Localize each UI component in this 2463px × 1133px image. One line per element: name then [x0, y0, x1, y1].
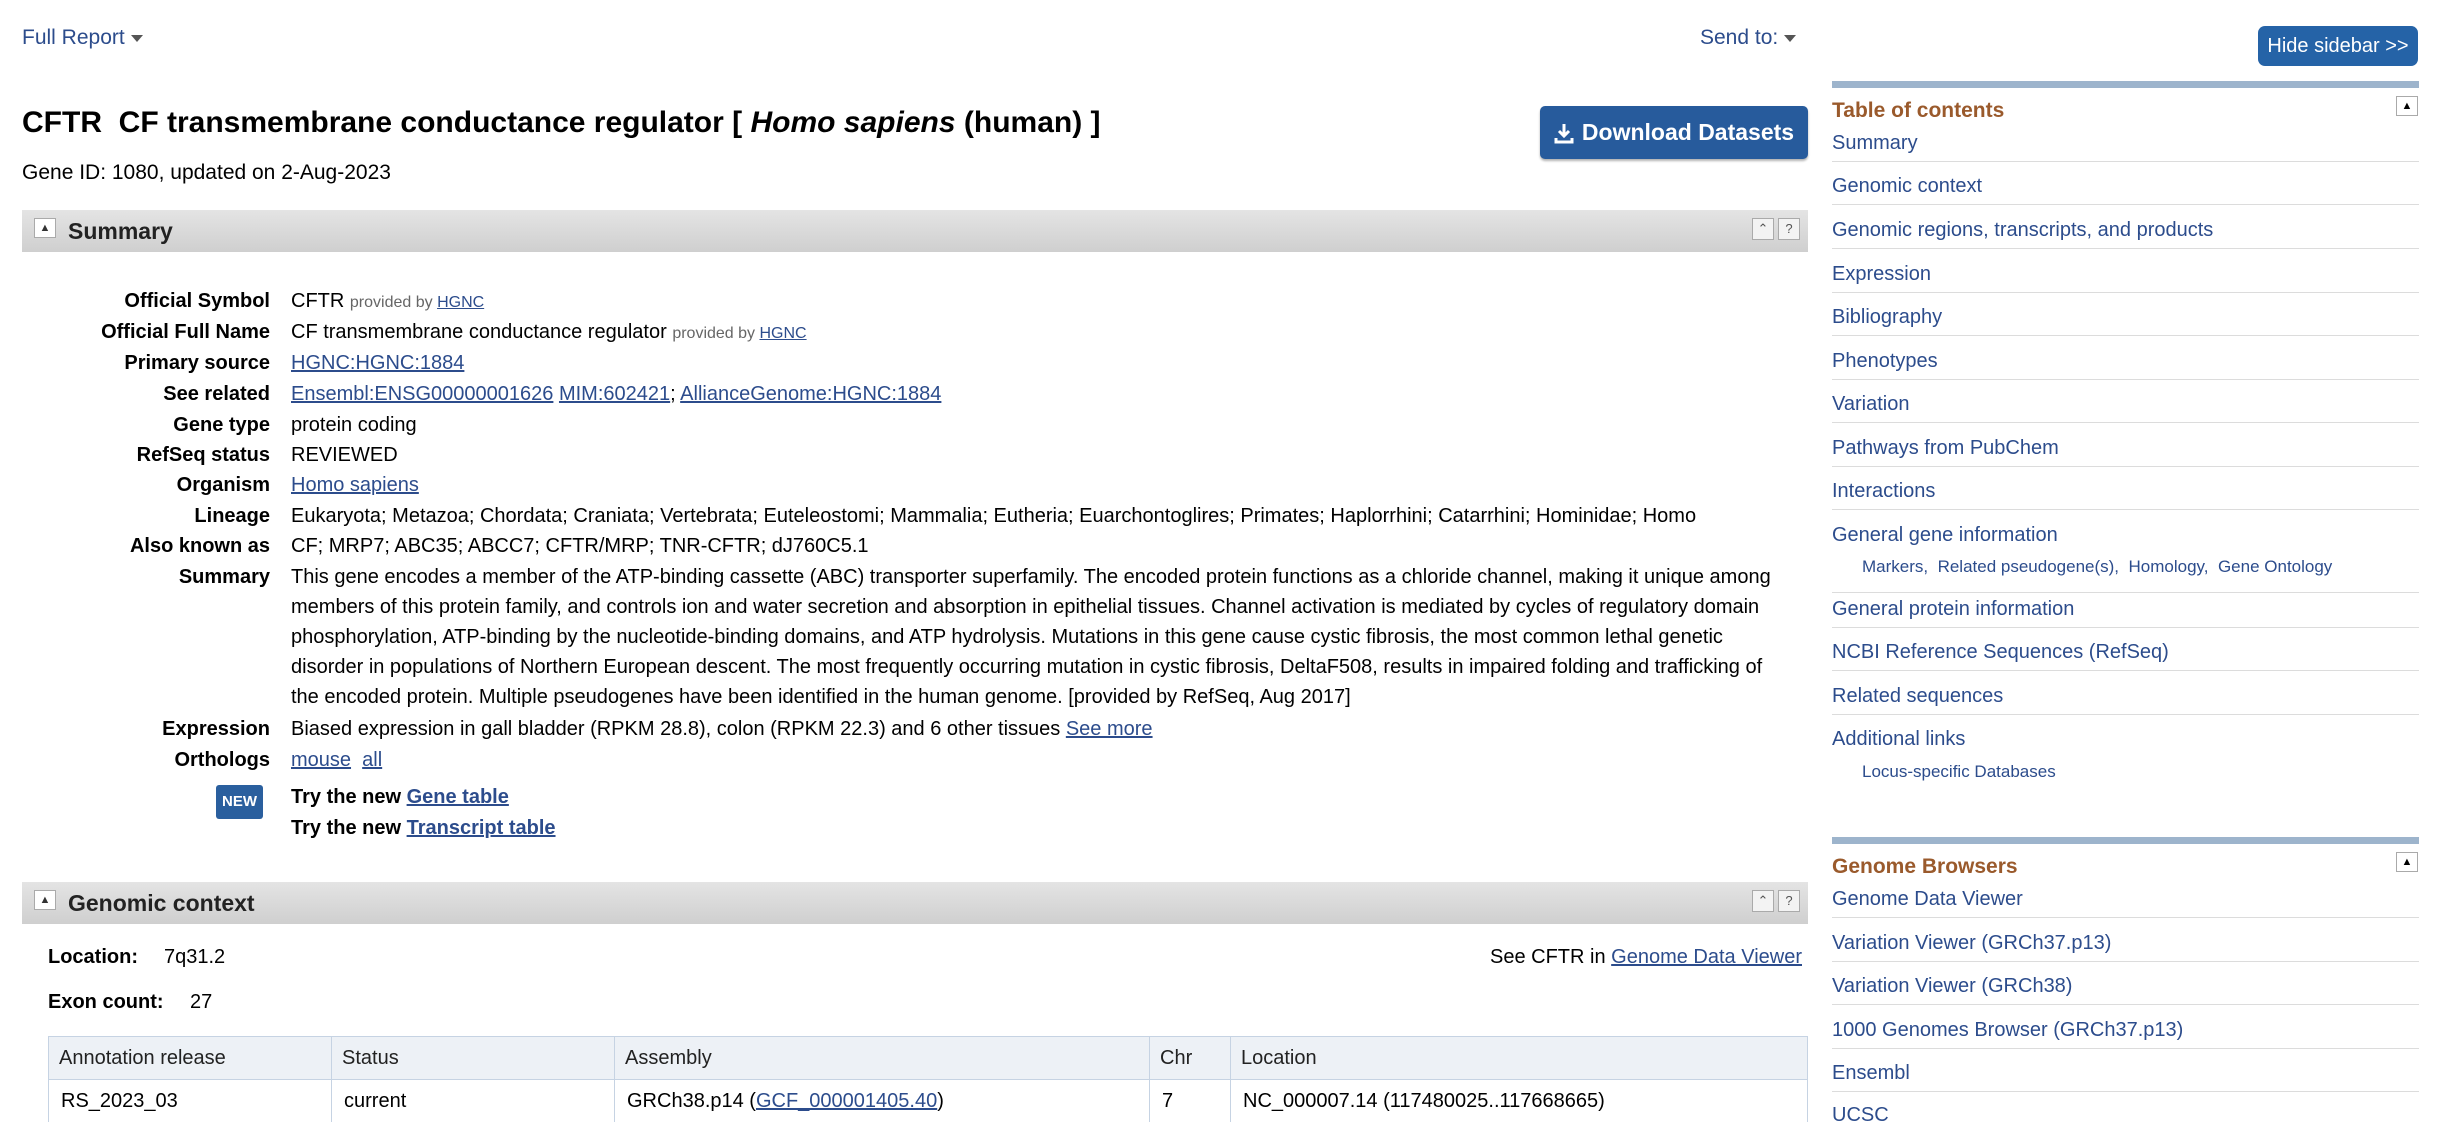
gene-symbol: CFTR	[22, 106, 102, 139]
page-title: CFTR CF transmembrane conductance regula…	[22, 106, 1101, 139]
toc-sub-general-gene: Markers, Related pseudogene(s), Homology…	[1862, 557, 2332, 577]
toc-sub-gene-ontology[interactable]: Gene Ontology	[2218, 557, 2332, 576]
toc-item-variation[interactable]: Variation	[1832, 393, 2419, 423]
column-header[interactable]: Annotation release	[48, 1036, 332, 1080]
location-value: 7q31.2	[164, 946, 226, 968]
ortholog-mouse-link[interactable]: mouse	[291, 749, 351, 771]
help-icon[interactable]: ?	[1778, 890, 1800, 912]
chevron-down-icon	[1784, 34, 1797, 42]
column-header[interactable]: Chr	[1149, 1036, 1231, 1080]
new-badge: NEW	[216, 785, 263, 819]
collapse-browsers-icon[interactable]: ▲	[2396, 852, 2418, 872]
toc-item-refseq[interactable]: NCBI Reference Sequences (RefSeq)	[1832, 641, 2419, 671]
toc-sub-markers[interactable]: Markers,	[1862, 557, 1928, 576]
genome-data-viewer-link[interactable]: Genome Data Viewer	[1611, 946, 1802, 968]
collapse-summary-icon[interactable]: ▲	[34, 218, 56, 238]
ensembl-link[interactable]: Ensembl:ENSG00000001626	[291, 383, 553, 405]
toc-item-related-sequences[interactable]: Related sequences	[1832, 685, 2419, 715]
browser-item-ucsc[interactable]: UCSC	[1832, 1104, 2419, 1133]
toc-sub-locus-specific[interactable]: Locus-specific Databases	[1862, 762, 2056, 782]
hide-sidebar-button[interactable]: Hide sidebar >>	[2258, 26, 2418, 66]
table-header-row: Annotation release Status Assembly Chr L…	[48, 1036, 1808, 1080]
see-more-link[interactable]: See more	[1066, 718, 1153, 740]
toc-item-expression[interactable]: Expression	[1832, 263, 2419, 293]
chevron-down-icon	[130, 34, 143, 42]
gene-id-line: Gene ID: 1080, updated on 2-Aug-2023	[22, 161, 391, 184]
organism-link[interactable]: Homo sapiens	[291, 474, 419, 496]
gene-table-link[interactable]: Gene table	[407, 786, 509, 808]
browser-item-variation-grch38[interactable]: Variation Viewer (GRCh38)	[1832, 975, 2419, 1005]
collapse-all-icon[interactable]: ⌃	[1752, 890, 1774, 912]
browser-item-variation-grch37[interactable]: Variation Viewer (GRCh37.p13)	[1832, 932, 2419, 962]
annotation-table: Annotation release Status Assembly Chr L…	[48, 1036, 1808, 1122]
browsers-header: Genome Browsers	[1832, 855, 2018, 878]
download-datasets-button[interactable]: Download Datasets	[1540, 106, 1808, 159]
table-row: RS_2023_03 current GRCh38.p14 (GCF_00000…	[48, 1079, 1808, 1122]
column-header[interactable]: Location	[1230, 1036, 1808, 1080]
try-transcript-table: Try the new Transcript table	[291, 817, 556, 839]
toc-divider	[1832, 81, 2419, 88]
hgnc-link[interactable]: HGNC	[437, 294, 484, 311]
full-report-dropdown[interactable]: Full Report	[22, 26, 143, 50]
collapse-genomic-icon[interactable]: ▲	[34, 890, 56, 910]
browser-item-1000-genomes[interactable]: 1000 Genomes Browser (GRCh37.p13)	[1832, 1019, 2419, 1049]
toc-sub-pseudogenes[interactable]: Related pseudogene(s),	[1938, 557, 2119, 576]
primary-source-link[interactable]: HGNC:HGNC:1884	[291, 352, 464, 374]
toc-item-summary[interactable]: Summary	[1832, 132, 2419, 162]
toc-item-bibliography[interactable]: Bibliography	[1832, 306, 2419, 336]
toc-item-genomic-regions[interactable]: Genomic regions, transcripts, and produc…	[1832, 219, 2419, 249]
toc-header: Table of contents	[1832, 99, 2005, 122]
ortholog-all-link[interactable]: all	[362, 749, 382, 771]
column-header[interactable]: Status	[331, 1036, 615, 1080]
download-icon	[1554, 123, 1574, 143]
see-in-gdv: See CFTR in Genome Data Viewer	[1490, 946, 1802, 968]
help-icon[interactable]: ?	[1778, 218, 1800, 240]
collapse-toc-icon[interactable]: ▲	[2396, 96, 2418, 116]
try-gene-table: Try the new Gene table	[291, 786, 509, 808]
exon-count-value: 27	[190, 991, 213, 1013]
mim-link[interactable]: MIM:602421	[559, 383, 670, 405]
genomic-context-section-header: ▲ Genomic context ⌃ ?	[22, 882, 1808, 924]
browsers-divider	[1832, 837, 2419, 844]
browser-item-ensembl[interactable]: Ensembl	[1832, 1062, 2419, 1092]
toc-item-general-protein-info[interactable]: General protein information	[1832, 598, 2419, 628]
toc-item-phenotypes[interactable]: Phenotypes	[1832, 350, 2419, 380]
browser-item-gdv[interactable]: Genome Data Viewer	[1832, 888, 2419, 918]
toc-item-genomic-context[interactable]: Genomic context	[1832, 175, 2419, 205]
toc-item-pathways[interactable]: Pathways from PubChem	[1832, 437, 2419, 467]
exon-count-label: Exon count:	[48, 991, 164, 1013]
alliancegenome-link[interactable]: AllianceGenome:HGNC:1884	[680, 383, 941, 405]
column-header[interactable]: Assembly	[614, 1036, 1150, 1080]
hgnc-link[interactable]: HGNC	[759, 325, 806, 342]
toc-sub-homology[interactable]: Homology,	[2129, 557, 2209, 576]
transcript-table-link[interactable]: Transcript table	[407, 817, 556, 839]
send-to-dropdown[interactable]: Send to:	[1700, 26, 1797, 50]
collapse-all-icon[interactable]: ⌃	[1752, 218, 1774, 240]
assembly-link[interactable]: GCF_000001405.40	[756, 1090, 937, 1112]
summary-section-header: ▲ Summary ⌃ ?	[22, 210, 1808, 252]
toc-item-interactions[interactable]: Interactions	[1832, 480, 2419, 510]
location-label: Location:	[48, 946, 138, 968]
